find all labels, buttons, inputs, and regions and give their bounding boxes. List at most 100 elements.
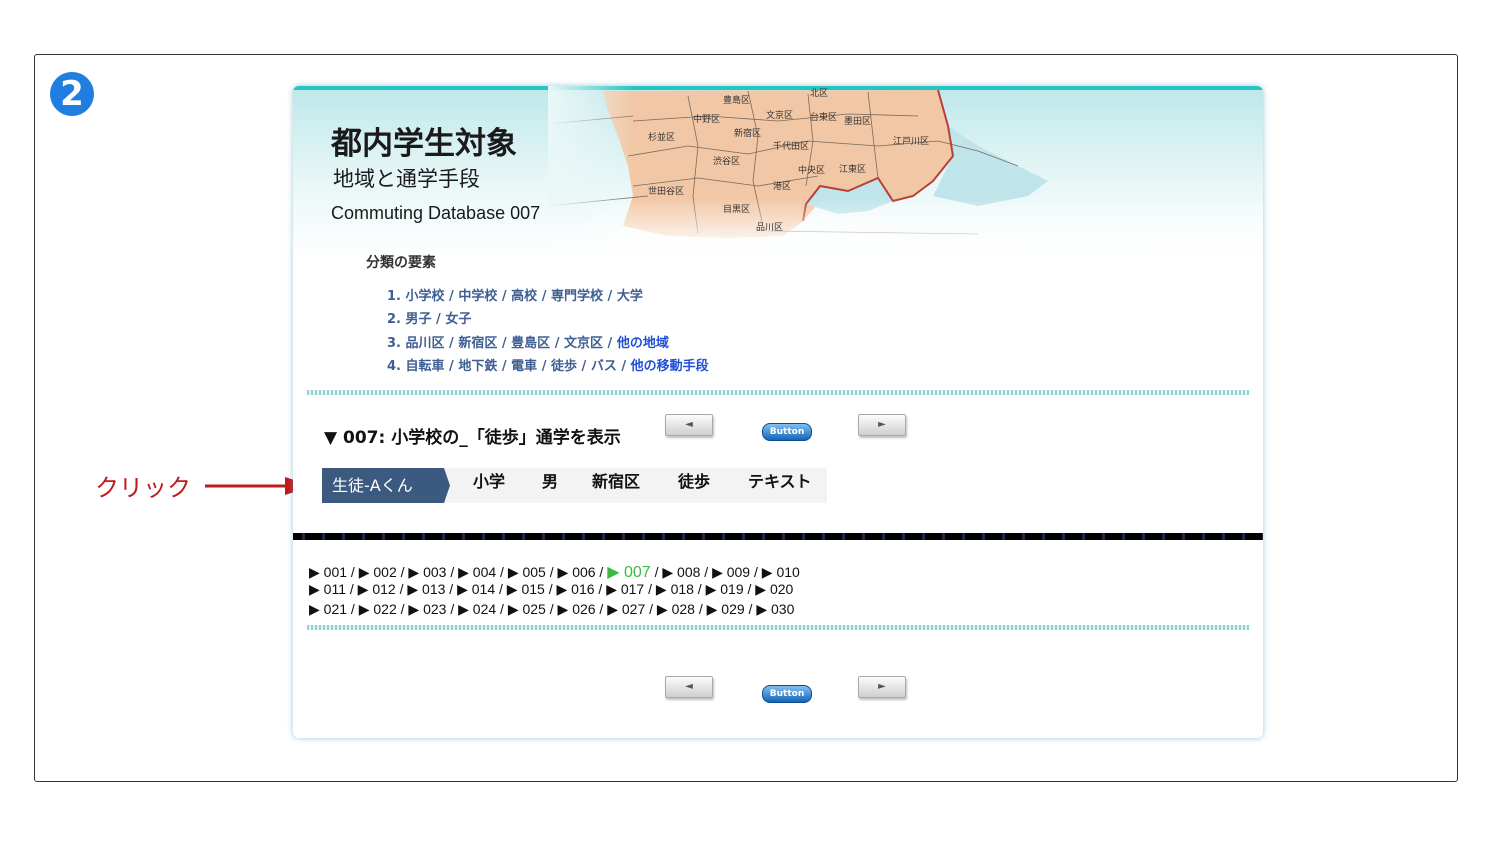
category-option[interactable]: 品川区 bbox=[406, 336, 445, 351]
category-option[interactable]: 自転車 bbox=[406, 359, 445, 374]
tab-elementary[interactable]: 小学 bbox=[473, 468, 505, 503]
page-link[interactable]: ▶ 010 bbox=[762, 564, 800, 580]
page-link[interactable]: ▶ 029 bbox=[707, 601, 745, 617]
next-button[interactable]: ► bbox=[858, 414, 906, 436]
page-separator: / bbox=[544, 581, 557, 598]
play-arrow-icon: ▶ bbox=[309, 581, 320, 598]
tab-male[interactable]: 男 bbox=[542, 468, 558, 503]
category-option[interactable]: 文京区 bbox=[564, 336, 603, 351]
tab-shinjuku[interactable]: 新宿区 bbox=[592, 468, 640, 503]
map-label: 中野区 bbox=[693, 113, 720, 125]
play-arrow-icon: ▶ bbox=[557, 600, 569, 617]
category-option[interactable]: 女子 bbox=[445, 312, 471, 327]
map-label: 港区 bbox=[773, 180, 791, 192]
play-arrow-icon: ▶ bbox=[712, 564, 723, 580]
center-button[interactable]: Button bbox=[762, 423, 812, 441]
play-arrow-icon: ▶ bbox=[458, 564, 469, 580]
play-arrow-icon: ▶ bbox=[506, 581, 518, 598]
category-option[interactable]: 大学 bbox=[617, 289, 643, 304]
page-link[interactable]: ▶ 017 bbox=[606, 581, 644, 597]
prev-button[interactable]: ◄ bbox=[665, 676, 713, 698]
category-option[interactable]: 男子 bbox=[406, 312, 432, 327]
category-option[interactable]: 地下鉄 bbox=[458, 359, 497, 374]
page-separator: / bbox=[750, 564, 762, 580]
map-label: 江東区 bbox=[839, 163, 866, 175]
page-link[interactable]: ▶ 022 bbox=[359, 601, 397, 617]
play-arrow-icon: ▶ bbox=[309, 564, 320, 580]
play-arrow-icon: ▶ bbox=[408, 600, 420, 617]
category-option[interactable]: 中学校 bbox=[458, 289, 497, 304]
category-option[interactable]: バス bbox=[591, 359, 617, 374]
page-link[interactable]: ▶ 007 bbox=[607, 564, 650, 581]
next-button[interactable]: ► bbox=[858, 676, 906, 698]
map-label: 目黒区 bbox=[723, 204, 750, 215]
page-separator: / bbox=[347, 600, 359, 617]
category-option[interactable]: 豊島区 bbox=[511, 336, 550, 351]
page-link[interactable]: ▶ 016 bbox=[556, 581, 594, 597]
play-arrow-icon: ▶ bbox=[606, 581, 617, 598]
page-link[interactable]: ▶ 012 bbox=[358, 581, 396, 597]
prev-button[interactable]: ◄ bbox=[665, 414, 713, 436]
category-option[interactable]: 高校 bbox=[511, 289, 537, 304]
play-arrow-icon: ▶ bbox=[507, 600, 519, 617]
page-link[interactable]: ▶ 021 bbox=[309, 601, 347, 617]
category-item: 4. 自転車 / 地下鉄 / 電車 / 徒歩 / バス / 他の移動手段 bbox=[387, 358, 709, 374]
play-arrow-icon: ▶ bbox=[755, 581, 767, 598]
page-link[interactable]: ▶ 030 bbox=[756, 601, 794, 617]
decorative-bar bbox=[293, 533, 1263, 540]
play-arrow-icon: ▶ bbox=[408, 564, 420, 580]
map-label: 台東区 bbox=[810, 111, 837, 123]
play-arrow-icon: ▶ bbox=[407, 581, 419, 598]
category-option[interactable]: 小学校 bbox=[406, 289, 445, 304]
page-link[interactable]: ▶ 015 bbox=[507, 581, 545, 597]
page-link[interactable]: ▶ 002 bbox=[359, 564, 397, 580]
page-link[interactable]: ▶ 004 bbox=[458, 564, 496, 580]
category-item: 1. 小学校 / 中学校 / 高校 / 専門学校 / 大学 bbox=[387, 289, 643, 304]
page-link[interactable]: ▶ 028 bbox=[657, 601, 695, 617]
page-link[interactable]: ▶ 013 bbox=[407, 581, 445, 597]
page-link[interactable]: ▶ 006 bbox=[558, 564, 596, 580]
page-link[interactable]: ▶ 020 bbox=[755, 581, 793, 597]
page-subtitle: 地域と通学手段 bbox=[333, 167, 480, 191]
app-panel: 豊島区 北区 中野区 文京区 台東区 墨田区 杉並区 新宿区 江戸川区 千代田区… bbox=[293, 86, 1263, 738]
tab-walking[interactable]: 徒歩 bbox=[678, 468, 710, 503]
map-label: 杉並区 bbox=[648, 131, 675, 143]
section-title: ▼ 007: 小学校の_「徒歩」通学を表示 bbox=[324, 428, 621, 448]
page-separator: / bbox=[595, 564, 608, 580]
page-link[interactable]: ▶ 011 bbox=[309, 581, 346, 597]
play-arrow-icon: ▶ bbox=[706, 600, 718, 617]
page-row: ▶ 021 / ▶ 022 / ▶ 023 / ▶ 024 / ▶ 025 / … bbox=[309, 601, 800, 620]
page-link[interactable]: ▶ 025 bbox=[508, 601, 546, 617]
play-arrow-icon: ▶ bbox=[656, 600, 668, 617]
page-separator: / bbox=[693, 581, 706, 598]
category-option[interactable]: 電車 bbox=[511, 359, 537, 374]
category-option[interactable]: 専門学校 bbox=[551, 289, 603, 304]
click-annotation-label: クリック bbox=[95, 474, 191, 502]
page-separator: / bbox=[545, 564, 558, 580]
page-link[interactable]: ▶ 008 bbox=[662, 564, 700, 580]
page-link[interactable]: ▶ 027 bbox=[607, 601, 645, 617]
other-region-link[interactable]: 他の地域 bbox=[617, 336, 669, 351]
page-link[interactable]: ▶ 019 bbox=[706, 581, 744, 597]
page-separator: / bbox=[545, 600, 558, 617]
page-link[interactable]: ▶ 024 bbox=[458, 601, 496, 617]
page-separator: / bbox=[346, 581, 358, 598]
other-transport-link[interactable]: 他の移動手段 bbox=[631, 359, 709, 374]
page-link[interactable]: ▶ 026 bbox=[558, 601, 596, 617]
tab-student-a[interactable]: 生徒-Aくん bbox=[322, 468, 450, 503]
page-link[interactable]: ▶ 005 bbox=[508, 564, 546, 580]
page-link[interactable]: ▶ 023 bbox=[408, 601, 446, 617]
category-option[interactable]: 新宿区 bbox=[458, 336, 497, 351]
category-option[interactable]: 徒歩 bbox=[551, 359, 577, 374]
page-link[interactable]: ▶ 014 bbox=[457, 581, 495, 597]
map-label: 品川区 bbox=[756, 222, 783, 233]
page-link[interactable]: ▶ 001 bbox=[309, 564, 347, 580]
page-link[interactable]: ▶ 009 bbox=[712, 564, 750, 580]
tab-text[interactable]: テキスト bbox=[748, 468, 812, 503]
center-button[interactable]: Button bbox=[762, 685, 812, 703]
play-arrow-icon: ▶ bbox=[761, 564, 773, 580]
page-separator: / bbox=[700, 564, 713, 580]
map-label: 墨田区 bbox=[844, 116, 871, 127]
page-link[interactable]: ▶ 018 bbox=[656, 581, 694, 597]
page-link[interactable]: ▶ 003 bbox=[408, 564, 446, 580]
